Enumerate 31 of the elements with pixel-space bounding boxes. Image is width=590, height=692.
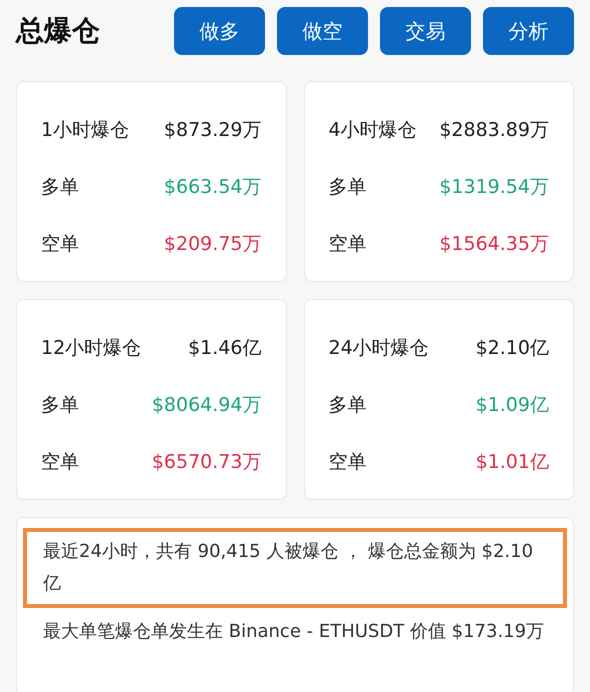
- row-label: 1小时爆仓: [41, 118, 130, 142]
- row-value: $6570.73万: [152, 450, 262, 474]
- row-label: 多单: [41, 174, 79, 200]
- row-label: 24小时爆仓: [328, 336, 429, 360]
- row-value: $1.46亿: [188, 336, 262, 360]
- action-button[interactable]: 做多: [174, 7, 265, 55]
- action-button[interactable]: 分析: [483, 7, 574, 55]
- row-value: $2.10亿: [476, 336, 549, 360]
- row-label: 空单: [41, 450, 79, 474]
- row-label: 空单: [328, 232, 366, 256]
- row-value: $1.09亿: [476, 392, 549, 418]
- summary-text: 最近24小时，共有 90,415 人被爆仓 ， 爆仓总金额为 $2.10 亿: [23, 528, 567, 608]
- row-value: $2883.89万: [439, 118, 549, 142]
- row-value: $873.29万: [164, 118, 262, 142]
- row-label: 空单: [328, 450, 366, 474]
- summary-text: 最大单笔爆仓单发生在 Binance - ETHUSDT 价值 $173.19万: [42, 620, 546, 644]
- row-value: $209.75万: [164, 232, 262, 256]
- row-value: $1319.54万: [439, 174, 549, 200]
- row-label: 多单: [328, 174, 366, 200]
- row-label: 4小时爆仓: [328, 118, 417, 142]
- row-value: $1.01亿: [476, 450, 549, 474]
- page-title: 总爆仓: [16, 13, 100, 49]
- row-label: 空单: [41, 232, 79, 256]
- row-value: $1564.35万: [439, 232, 549, 256]
- row-label: 多单: [41, 392, 79, 418]
- row-value: $8064.94万: [152, 392, 262, 418]
- row-label: 多单: [328, 392, 366, 418]
- action-button[interactable]: 交易: [380, 7, 471, 55]
- row-label: 12小时爆仓: [41, 336, 142, 360]
- row-value: $663.54万: [164, 174, 262, 200]
- action-button[interactable]: 做空: [277, 7, 368, 55]
